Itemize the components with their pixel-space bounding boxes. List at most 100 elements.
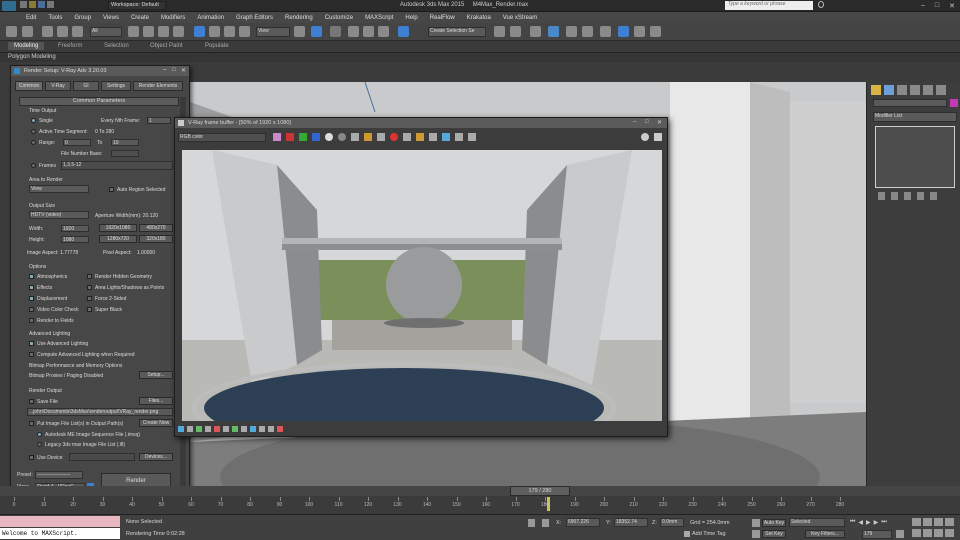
orbit-icon[interactable]	[934, 529, 943, 537]
show-pixels-out-of-range-icon[interactable]	[277, 426, 283, 432]
zoom-icon[interactable]	[912, 518, 921, 526]
files-button[interactable]: Files...	[139, 397, 173, 405]
color-channel-icon[interactable]	[273, 133, 281, 141]
select-and-place-icon[interactable]	[239, 26, 250, 37]
minimize-icon[interactable]: –	[921, 2, 925, 9]
use-device-checkbox[interactable]	[29, 455, 34, 460]
material-editor-icon[interactable]	[600, 26, 611, 37]
ribbon-tab-freeform[interactable]: Freeform	[58, 43, 82, 49]
edit-named-selections-icon[interactable]	[398, 26, 409, 37]
create-now-button[interactable]: Create Now	[139, 419, 173, 427]
device-field[interactable]	[69, 453, 135, 461]
bitmap-setup-button[interactable]: Setup...	[139, 371, 173, 379]
time-slider-track[interactable]	[0, 486, 960, 496]
modifier-list-dropdown[interactable]: Modifier List	[873, 112, 957, 122]
ribbon-tab-modeling[interactable]: Modeling	[8, 42, 45, 50]
auto-key-button[interactable]: Auto Key	[762, 519, 786, 527]
absolute-mode-icon[interactable]	[542, 519, 549, 527]
search-icon[interactable]	[818, 1, 824, 8]
ribbon-tab-selection[interactable]: Selection	[104, 43, 129, 49]
pan-icon[interactable]	[923, 529, 932, 537]
close-icon[interactable]: ✕	[949, 2, 955, 10]
field-of-view-icon[interactable]	[912, 529, 921, 537]
history-icon[interactable]	[468, 133, 476, 141]
utilities-tab-icon[interactable]	[936, 85, 946, 95]
menu-item-maxscript[interactable]: MAXScript	[359, 15, 399, 21]
minimize-icon[interactable]: –	[633, 119, 636, 125]
menu-item-help[interactable]: Help	[399, 15, 423, 21]
rectangular-selection-icon[interactable]	[158, 26, 169, 37]
menu-item-customize[interactable]: Customize	[319, 15, 359, 21]
menu-item-tools[interactable]: Tools	[42, 15, 68, 21]
undo-icon[interactable]	[6, 26, 17, 37]
new-file-icon[interactable]	[20, 1, 27, 8]
green-channel-icon[interactable]	[299, 133, 307, 141]
save-file-checkbox[interactable]	[29, 399, 34, 404]
percent-snap-icon[interactable]	[378, 26, 389, 37]
maximize-icon[interactable]: □	[172, 67, 176, 73]
render-production-icon[interactable]	[650, 26, 661, 37]
key-mode-icon[interactable]	[752, 519, 760, 527]
output-size-preset-dropdown[interactable]: HDTV (video)	[29, 211, 89, 219]
devices-button[interactable]: Devices...	[139, 453, 173, 461]
window-crossing-icon[interactable]	[173, 26, 184, 37]
srgb-icon[interactable]	[268, 426, 274, 432]
menu-item-group[interactable]: Group	[68, 15, 97, 21]
frames-radio[interactable]	[31, 163, 36, 168]
select-and-move-icon[interactable]	[194, 26, 205, 37]
timeline-ruler[interactable]: 0 10 20 30 40 50 60 70 80 90 100 110 120 130 140 150 160…	[0, 497, 960, 515]
vfb-settings-icon[interactable]	[654, 133, 662, 141]
polygon-modeling-label[interactable]: Polygon Modeling	[8, 54, 56, 60]
close-icon[interactable]: ✕	[657, 119, 662, 126]
hue-saturation-icon[interactable]	[205, 426, 211, 432]
auto-region-selected-checkbox[interactable]	[109, 187, 114, 192]
video-color-check-checkbox[interactable]	[29, 307, 34, 312]
menu-item-animation[interactable]: Animation	[191, 15, 230, 21]
render-icon[interactable]	[641, 133, 649, 141]
stop-render-icon[interactable]	[390, 133, 398, 141]
select-and-rotate-icon[interactable]	[209, 26, 220, 37]
selection-filter-dropdown[interactable]: All	[90, 27, 122, 37]
search-input[interactable]: Type a keyword or phrase	[725, 1, 813, 10]
save-image-icon[interactable]	[351, 133, 359, 141]
ribbon-tab-object-paint[interactable]: Object Paint	[150, 43, 183, 49]
keyboard-shortcut-override-icon[interactable]	[330, 26, 341, 37]
channel-dropdown[interactable]: RGB color	[178, 133, 266, 142]
redo-icon[interactable]	[22, 26, 33, 37]
menu-item-realflow[interactable]: RealFlow	[424, 15, 461, 21]
reference-coordinate-dropdown[interactable]: View	[256, 27, 290, 37]
tab-common[interactable]: Common	[15, 81, 43, 91]
layer-explorer-icon[interactable]	[530, 26, 541, 37]
time-slider-handle[interactable]: 179 / 280	[510, 486, 570, 496]
effects-checkbox[interactable]	[29, 285, 34, 290]
ribbon-tab-populate[interactable]: Populate	[205, 43, 229, 49]
modifier-stack[interactable]	[875, 126, 955, 188]
frames-field[interactable]: 1,3,5-12	[61, 161, 173, 170]
go-to-start-icon[interactable]: ⏮	[850, 519, 855, 527]
put-image-file-list-checkbox[interactable]	[29, 421, 34, 426]
workspace-selector[interactable]: Workspace: Default	[108, 1, 166, 10]
object-name-field[interactable]	[873, 99, 947, 107]
render-to-fields-checkbox[interactable]	[29, 318, 34, 323]
select-and-scale-icon[interactable]	[224, 26, 235, 37]
show-end-result-icon[interactable]	[891, 192, 898, 200]
maximize-viewport-icon[interactable]	[945, 529, 954, 537]
monochrome-icon[interactable]	[338, 133, 346, 141]
maximize-icon[interactable]: □	[645, 119, 649, 125]
select-object-icon[interactable]	[128, 26, 139, 37]
load-image-icon[interactable]	[364, 133, 372, 141]
angle-snap-icon[interactable]	[363, 26, 374, 37]
single-radio[interactable]	[31, 118, 36, 123]
configure-modifier-sets-icon[interactable]	[930, 192, 937, 200]
curve-editor-icon[interactable]	[566, 26, 577, 37]
tab-gi[interactable]: GI	[73, 81, 99, 91]
displacement-checkbox[interactable]	[29, 296, 34, 301]
area-lights-checkbox[interactable]	[87, 285, 92, 290]
render-setup-titlebar[interactable]: Render Setup: V-Ray Adv 3.20.03 – □ ✕	[11, 66, 189, 76]
maximize-icon[interactable]: □	[935, 2, 939, 9]
levels-icon[interactable]	[223, 426, 229, 432]
menu-item-rendering[interactable]: Rendering	[279, 15, 319, 21]
render-hidden-geometry-checkbox[interactable]	[87, 274, 92, 279]
rendered-frame-window-icon[interactable]	[634, 26, 645, 37]
z-coordinate-field[interactable]: 0.0mm	[660, 518, 684, 527]
